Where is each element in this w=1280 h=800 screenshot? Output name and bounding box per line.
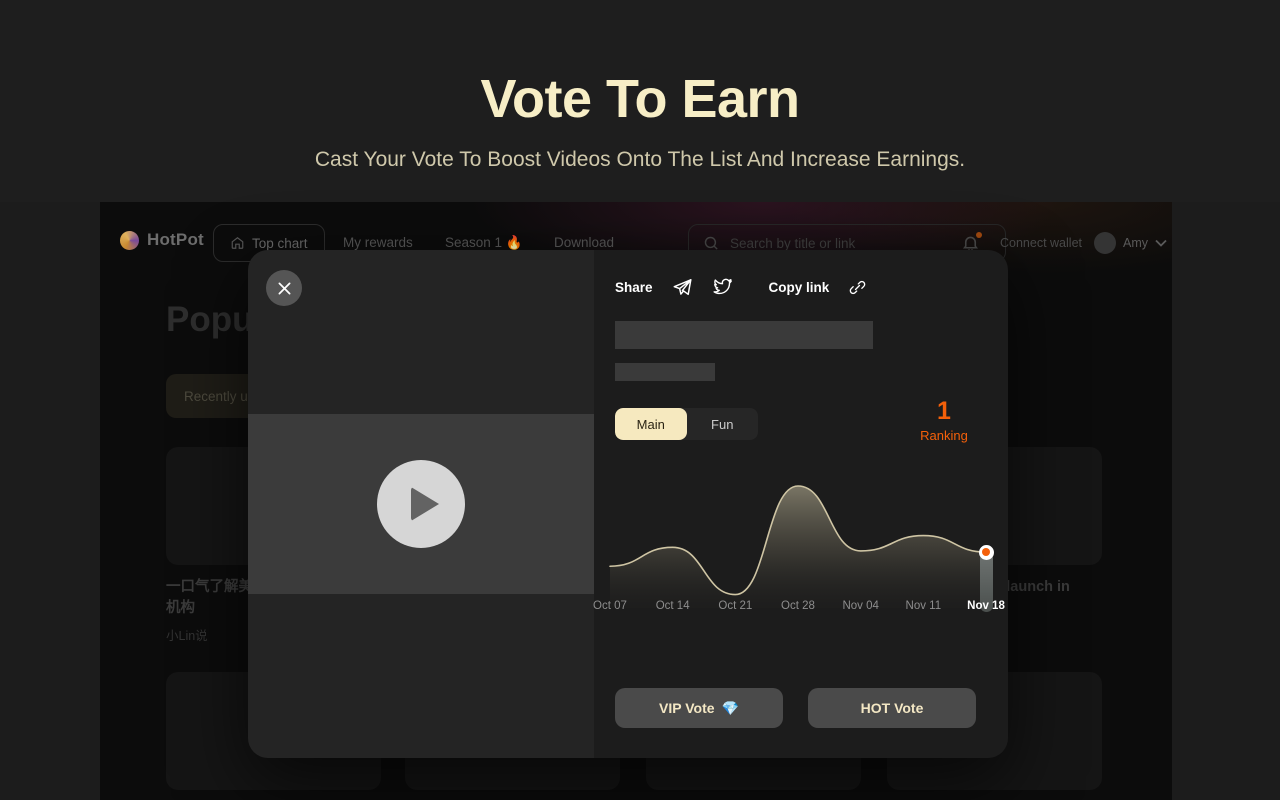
- diamond-icon: 💎: [721, 699, 739, 716]
- link-icon: [849, 280, 866, 295]
- chart-tick-oct-07: Oct 07: [593, 600, 627, 612]
- telegram-share-button[interactable]: [672, 277, 693, 298]
- vote-actions: VIP Vote 💎 HOT Vote: [615, 688, 976, 728]
- chart-x-axis: Oct 07 Oct 14 Oct 21 Oct 28 Nov 04 Nov 11 Nov …: [593, 600, 1008, 618]
- chart-tick-oct-28: Oct 28: [781, 600, 815, 612]
- play-button[interactable]: [377, 460, 465, 548]
- video-vote-modal: Share Copy link Main Fun 1 Ranking Oct 0…: [248, 250, 1008, 758]
- title-skeleton: [615, 321, 873, 349]
- nav-item-my-rewards[interactable]: My rewards: [343, 235, 413, 250]
- toggle-option-main[interactable]: Main: [615, 408, 687, 440]
- close-button[interactable]: [266, 270, 302, 306]
- toggle-option-fun[interactable]: Fun: [687, 408, 759, 440]
- chevron-down-icon: [1155, 239, 1167, 247]
- search-placeholder: Search by title or link: [730, 235, 856, 251]
- home-icon: [231, 237, 244, 249]
- copy-link-button[interactable]: [848, 278, 867, 297]
- ranking-area-chart: [600, 478, 1000, 612]
- page-root: Vote To Earn Cast Your Vote To Boost Vid…: [0, 0, 1280, 800]
- ranking-value: 1: [937, 397, 951, 425]
- user-name: Amy: [1123, 236, 1148, 250]
- twitter-share-button[interactable]: [712, 277, 733, 298]
- subtitle-skeleton: [615, 363, 715, 381]
- avatar: [1094, 232, 1116, 254]
- twitter-icon: [713, 278, 732, 295]
- hot-vote-label: HOT Vote: [860, 700, 924, 716]
- ranking-label: Ranking: [920, 428, 968, 443]
- nav-item-season-1[interactable]: Season 1 🔥: [445, 235, 523, 251]
- chart-tick-oct-14: Oct 14: [655, 600, 690, 612]
- wallet-label: Connect wallet: [1000, 236, 1082, 250]
- hot-vote-button[interactable]: HOT Vote: [808, 688, 976, 728]
- brand-name: HotPot: [147, 230, 204, 249]
- page-subtitle: Cast Your Vote To Boost Videos Onto The …: [314, 148, 966, 171]
- telegram-icon: [673, 279, 692, 296]
- chart-mode-toggle[interactable]: Main Fun: [615, 408, 758, 440]
- page-title: Vote To Earn: [480, 69, 800, 129]
- chart-tick-nov-11: Nov 11: [905, 600, 942, 612]
- copy-link-label[interactable]: Copy link: [769, 280, 830, 295]
- notification-badge: [976, 232, 982, 238]
- chart-svg: [609, 485, 987, 608]
- nav-item-download[interactable]: Download: [554, 235, 614, 250]
- card-author: 小Lin说: [166, 629, 208, 643]
- brand[interactable]: HotPot: [120, 230, 204, 250]
- vip-vote-button[interactable]: VIP Vote 💎: [615, 688, 783, 728]
- vip-vote-label: VIP Vote: [659, 700, 715, 716]
- ranking-block: 1 Ranking: [894, 398, 994, 443]
- hotpot-logo-icon: [120, 230, 139, 250]
- chart-marker-dot[interactable]: [978, 544, 994, 560]
- video-player[interactable]: [248, 414, 594, 594]
- chart-tick-nov-04: Nov 04: [842, 600, 879, 612]
- share-label: Share: [615, 280, 653, 295]
- share-row: Share Copy link: [615, 277, 867, 298]
- play-icon: [411, 487, 439, 521]
- chart-tick-oct-21: Oct 21: [718, 600, 753, 612]
- connect-wallet-button[interactable]: Connect wallet Amy: [1000, 228, 1167, 258]
- hero-section: Vote To Earn Cast Your Vote To Boost Vid…: [0, 0, 1280, 202]
- chart-tick-nov-18: Nov 18: [967, 600, 1005, 612]
- close-icon: [278, 282, 290, 294]
- nav-label-top-chart: Top chart: [252, 235, 308, 251]
- modal-right-panel: Share Copy link Main Fun 1 Ranking Oct 0…: [593, 250, 1008, 758]
- search-icon: [704, 236, 718, 250]
- modal-left-panel: [248, 250, 594, 758]
